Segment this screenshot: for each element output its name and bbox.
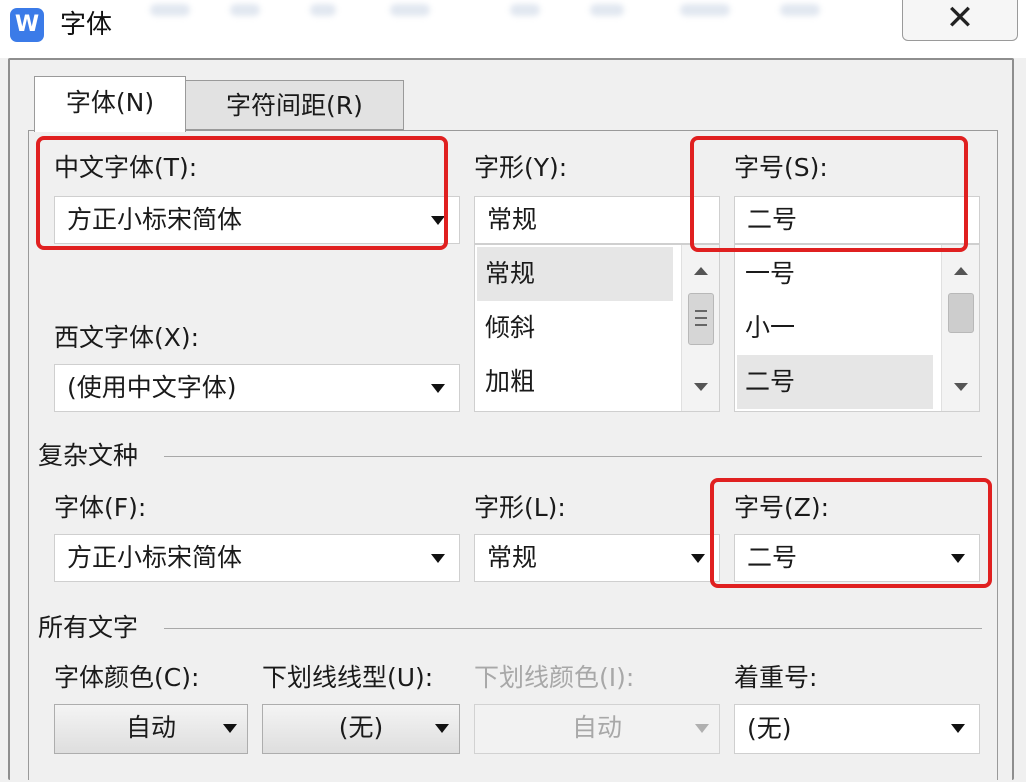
western-font-label: 西文字体(X): [54, 323, 200, 352]
chevron-down-icon [951, 724, 965, 733]
all-text-section-label: 所有文字 [38, 613, 139, 642]
underline-color-dropdown: 自动 [474, 704, 720, 754]
emphasis-mark-label: 着重号: [734, 663, 818, 692]
chevron-down-icon [431, 384, 445, 393]
scroll-thumb[interactable] [948, 293, 974, 333]
list-item[interactable]: 加粗 [477, 355, 673, 409]
font-style-list[interactable]: 常规 倾斜 加粗 [474, 244, 720, 412]
complex-font-select[interactable]: 方正小标宋简体 [54, 534, 460, 582]
chevron-down-icon [695, 724, 709, 733]
highlight-box [710, 478, 992, 588]
font-color-label: 字体颜色(C): [54, 663, 200, 692]
scroll-down-icon[interactable] [954, 383, 968, 391]
scroll-thumb[interactable] [688, 293, 714, 345]
complex-style-value: 常规 [487, 543, 538, 572]
emphasis-mark-select[interactable]: (无) [734, 704, 980, 754]
close-icon: ✕ [945, 0, 975, 38]
highlight-box [690, 136, 968, 252]
section-divider [164, 628, 982, 629]
font-color-value: 自动 [125, 713, 176, 742]
western-font-value: (使用中文字体) [67, 373, 237, 402]
background-blur [140, 0, 900, 22]
list-item[interactable]: 一号 [737, 247, 933, 301]
highlight-box [36, 136, 448, 250]
font-style-input[interactable]: 常规 [474, 196, 720, 244]
scrollbar[interactable] [681, 245, 719, 411]
tab-character-spacing[interactable]: 字符间距(R) [186, 80, 404, 130]
chevron-down-icon [435, 724, 449, 733]
complex-section-label: 复杂文种 [38, 441, 139, 470]
list-item[interactable]: 二号 [737, 355, 933, 409]
complex-style-select[interactable]: 常规 [474, 534, 720, 582]
font-style-label: 字形(Y): [474, 153, 568, 182]
underline-color-label: 下划线颜色(I): [474, 663, 635, 692]
list-item[interactable]: 倾斜 [477, 301, 673, 355]
close-button[interactable]: ✕ [902, 0, 1018, 41]
chevron-down-icon [223, 724, 237, 733]
section-divider [164, 456, 982, 457]
chevron-down-icon [691, 554, 705, 563]
underline-color-value: 自动 [571, 713, 622, 742]
underline-style-dropdown[interactable]: (无) [262, 704, 460, 754]
list-item[interactable]: 常规 [477, 247, 673, 301]
emphasis-mark-value: (无) [747, 714, 792, 743]
complex-font-value: 方正小标宋简体 [67, 543, 243, 572]
complex-style-label: 字形(L): [474, 493, 566, 522]
scroll-down-icon[interactable] [694, 383, 708, 391]
complex-font-label: 字体(F): [54, 493, 147, 522]
underline-style-label: 下划线线型(U): [262, 663, 434, 692]
scrollbar[interactable] [941, 245, 979, 411]
font-color-dropdown[interactable]: 自动 [54, 704, 248, 754]
scroll-up-icon[interactable] [954, 267, 968, 275]
scroll-up-icon[interactable] [694, 267, 708, 275]
tab-font[interactable]: 字体(N) [34, 76, 186, 132]
western-font-select[interactable]: (使用中文字体) [54, 364, 460, 412]
chevron-down-icon [431, 554, 445, 563]
underline-style-value: (无) [338, 713, 384, 742]
font-style-value: 常规 [487, 205, 538, 234]
wps-app-icon: W [10, 8, 44, 42]
font-size-list[interactable]: 一号 小一 二号 [734, 244, 980, 412]
list-item[interactable]: 小一 [737, 301, 933, 355]
dialog-title: 字体 [60, 10, 113, 40]
